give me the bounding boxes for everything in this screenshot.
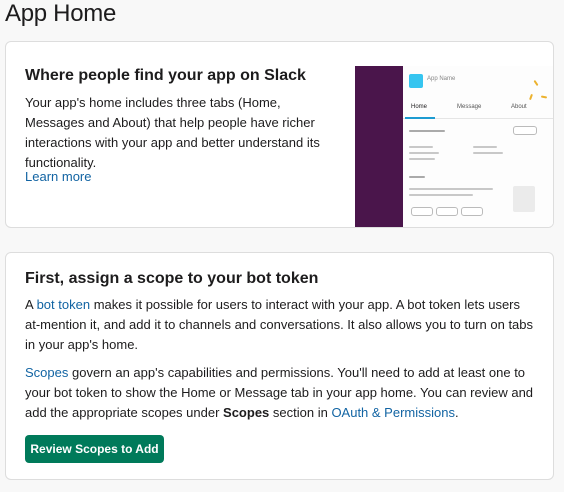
preview-tab-message: Message bbox=[457, 104, 482, 110]
preview-button bbox=[513, 126, 537, 135]
preview-line bbox=[409, 152, 439, 154]
preview-tab-home: Home bbox=[411, 104, 428, 110]
para2-text3: . bbox=[454, 405, 459, 420]
bot-token-scope-card: First, assign a scope to your bot token … bbox=[5, 252, 554, 480]
preview-line bbox=[409, 146, 433, 148]
preview-app-name: App Name bbox=[427, 76, 456, 82]
scopes-paragraph: Scopes govern an app's capabilities and … bbox=[25, 363, 537, 423]
review-scopes-button[interactable]: Review Scopes to Add bbox=[25, 435, 164, 463]
preview-image-block bbox=[513, 186, 535, 212]
preview-line bbox=[409, 158, 435, 160]
para2-text2: section in bbox=[269, 405, 332, 420]
app-home-info-card: Where people find your app on Slack Your… bbox=[5, 41, 554, 228]
preview-app-icon bbox=[409, 74, 423, 88]
oauth-permissions-link[interactable]: OAuth & Permissions bbox=[331, 405, 455, 420]
preview-line bbox=[473, 152, 503, 154]
bot-token-paragraph: A bot token makes it possible for users … bbox=[25, 295, 537, 355]
bot-token-link[interactable]: bot token bbox=[37, 297, 91, 312]
scopes-bold-text: Scopes bbox=[223, 405, 270, 420]
page-title: App Home bbox=[5, 0, 116, 27]
preview-line bbox=[473, 146, 497, 148]
preview-button bbox=[411, 207, 433, 216]
app-home-preview-illustration: App Name Home Message About bbox=[355, 66, 553, 227]
scopes-link[interactable]: Scopes bbox=[25, 365, 68, 380]
preview-sidebar bbox=[355, 66, 403, 227]
preview-line bbox=[409, 194, 473, 196]
learn-more-link[interactable]: Learn more bbox=[25, 167, 91, 187]
preview-line bbox=[409, 130, 445, 132]
para1-prefix: A bbox=[25, 297, 37, 312]
home-card-heading: Where people find your app on Slack bbox=[25, 67, 306, 84]
para1-suffix: makes it possible for users to interact … bbox=[25, 297, 534, 352]
preview-tab-underline bbox=[405, 117, 435, 119]
preview-app-window: App Name Home Message About bbox=[403, 66, 553, 227]
scope-card-heading: First, assign a scope to your bot token bbox=[25, 270, 319, 287]
preview-button bbox=[461, 207, 483, 216]
preview-line bbox=[409, 188, 493, 190]
preview-tab-about: About bbox=[511, 104, 527, 110]
preview-line bbox=[409, 176, 425, 178]
home-card-description: Your app's home includes three tabs (Hom… bbox=[25, 95, 320, 170]
preview-button bbox=[436, 207, 458, 216]
